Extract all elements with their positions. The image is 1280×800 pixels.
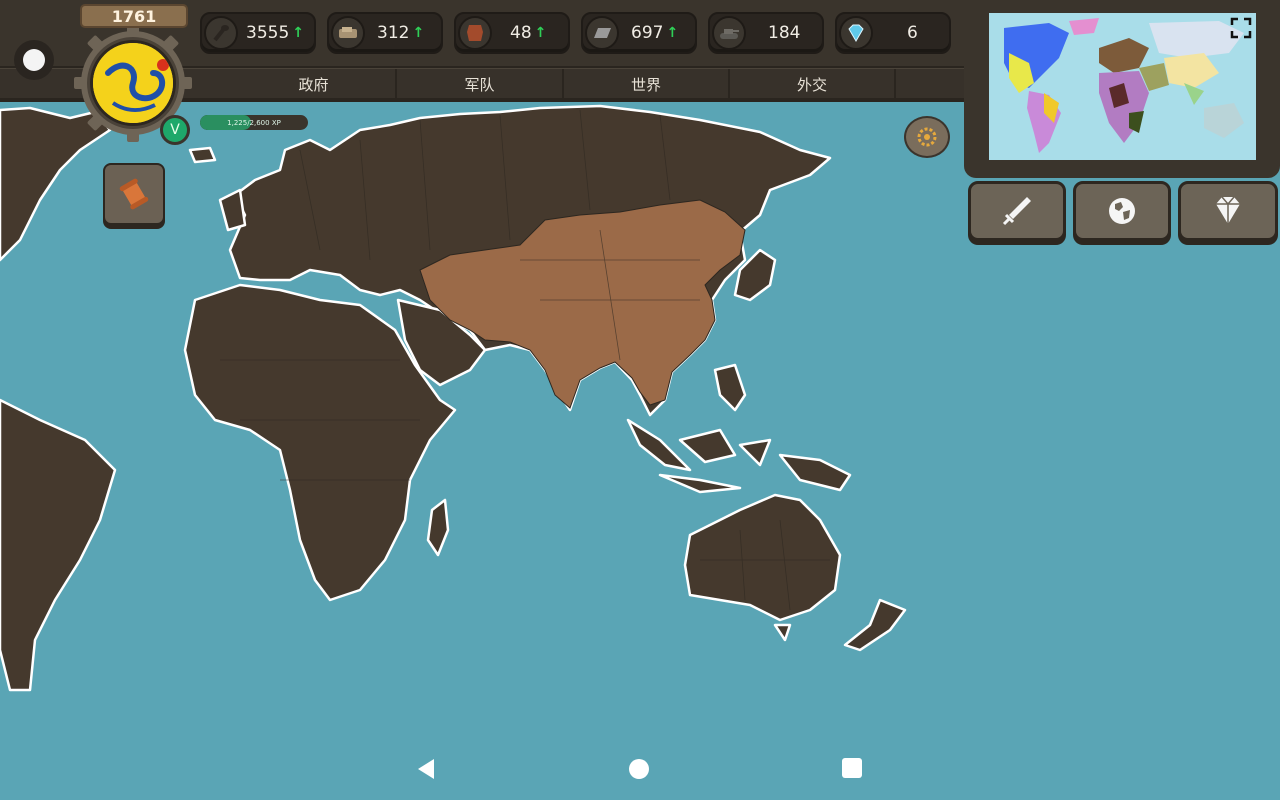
gear-icon: [917, 127, 937, 147]
resource-tanks[interactable]: 184: [708, 12, 824, 54]
tab-world[interactable]: 世界: [564, 69, 730, 99]
xp-bar: 1,225/2,600 XP: [200, 115, 308, 130]
menu-dot-button[interactable]: [14, 40, 54, 80]
year-badge: 1761: [80, 4, 188, 28]
recent-square-icon[interactable]: [842, 758, 862, 778]
diamond-icon: [839, 16, 873, 50]
sword-icon: [1002, 197, 1031, 226]
tab-diplomacy[interactable]: 外交: [730, 69, 896, 99]
diamond-icon: [1216, 196, 1240, 224]
war-button[interactable]: [968, 181, 1066, 241]
shop-button[interactable]: [1178, 181, 1278, 241]
missions-scroll-button[interactable]: [103, 163, 165, 225]
scroll-icon: [119, 178, 149, 210]
arrow-up-icon: ↑: [534, 25, 547, 41]
resource-money[interactable]: 3555 ↑: [200, 12, 316, 54]
xp-text: 1,225/2,600 XP: [227, 118, 281, 127]
resource-manpower[interactable]: 48 ↑: [454, 12, 570, 54]
minimap[interactable]: [989, 13, 1256, 160]
tab-government[interactable]: 政府: [232, 69, 397, 99]
resource-supplies[interactable]: 312 ↑: [327, 12, 443, 54]
resource-gems[interactable]: 6: [835, 12, 951, 54]
resource-iron[interactable]: 697 ↑: [581, 12, 697, 54]
tank-icon: [712, 16, 746, 50]
tab-army[interactable]: 军队: [397, 69, 564, 99]
minimap-world: [989, 13, 1256, 160]
club-icon: [204, 16, 238, 50]
globe-icon: [1109, 198, 1135, 224]
level-badge[interactable]: V: [160, 115, 190, 145]
arrow-up-icon: ↑: [292, 25, 304, 41]
resource-value: 6: [907, 23, 918, 43]
resource-value: 184: [768, 23, 801, 43]
resource-value: 697: [631, 23, 664, 43]
hide-icon: [458, 16, 492, 50]
back-triangle-icon[interactable]: [416, 758, 436, 780]
arrow-up-icon: ↑: [412, 25, 425, 41]
resource-value: 312: [377, 23, 410, 43]
nation-flag[interactable]: [90, 40, 176, 126]
crate-icon: [331, 16, 365, 50]
resource-value: 3555: [246, 23, 290, 43]
ingot-icon: [585, 16, 619, 50]
world-button[interactable]: [1073, 181, 1171, 241]
expand-icon[interactable]: [1230, 17, 1252, 39]
resource-value: 48: [510, 23, 532, 43]
arrow-up-icon: ↑: [666, 25, 679, 41]
home-circle-icon[interactable]: [629, 759, 649, 779]
settings-button[interactable]: [904, 116, 950, 158]
